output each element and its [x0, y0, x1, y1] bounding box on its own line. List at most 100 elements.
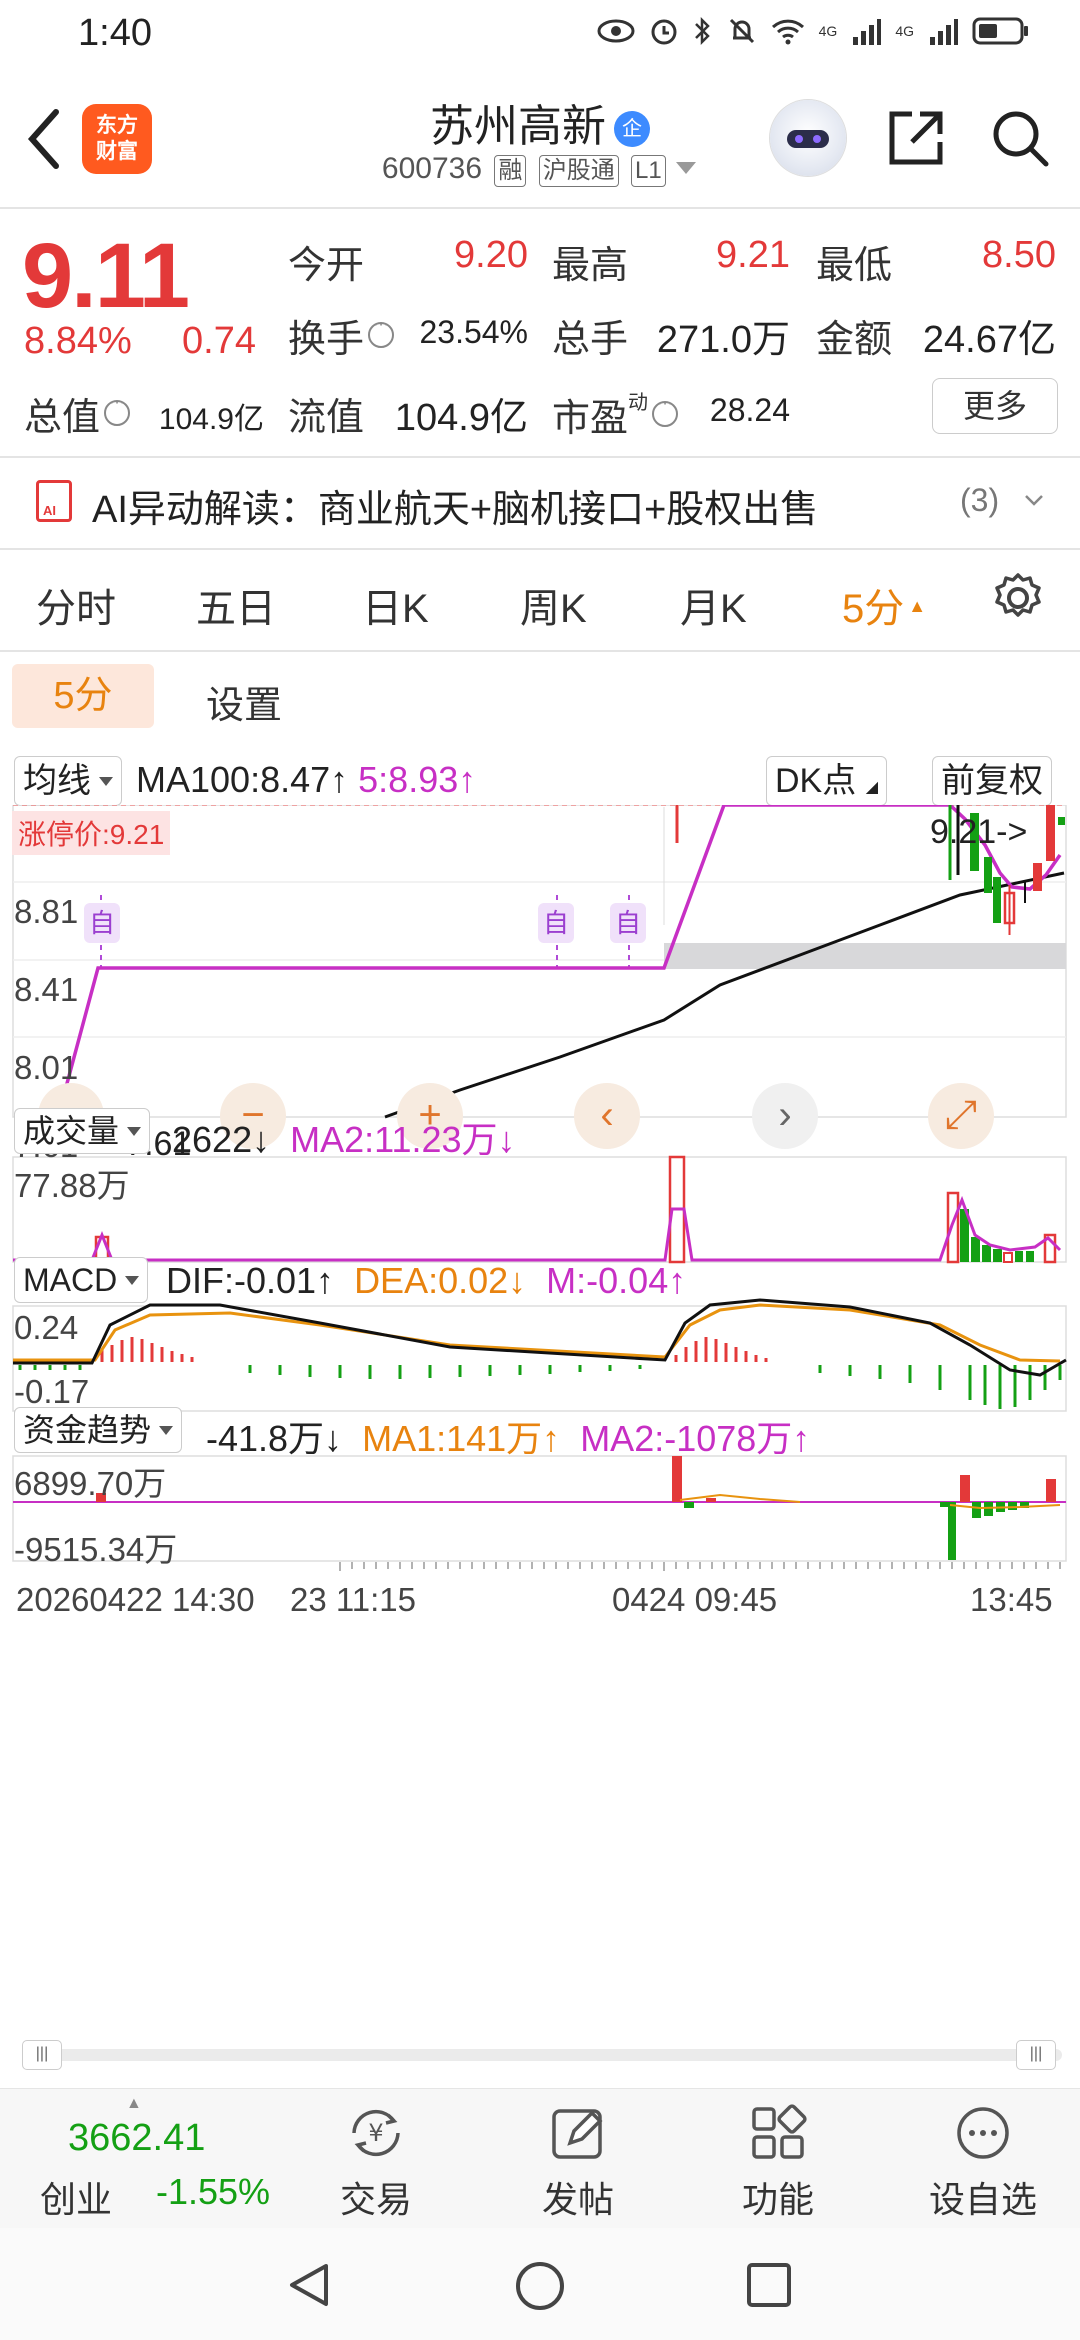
- ma100-value: MA100:8.47↑: [136, 759, 349, 800]
- quote-panel: 9.11 8.84% 0.74 今开 9.20 最高 9.21 最低 8.50 …: [0, 210, 1080, 455]
- margin-tag: 融: [494, 155, 527, 187]
- macd-dea: DEA:0.02↓: [354, 1260, 527, 1301]
- mute-bell-icon: [729, 18, 754, 44]
- status-bar: 1:40 4G 4G: [0, 0, 1080, 72]
- ma-legend: MA100:8.47↑ 5:8.93↑: [136, 759, 476, 801]
- dk-point-button[interactable]: DK点 ◢: [766, 756, 887, 806]
- tab-monthly-k[interactable]: 月K: [680, 576, 747, 634]
- pe-label-text: 市盈: [552, 398, 629, 440]
- y-label-2: 8.41: [14, 971, 79, 1008]
- fund-trend-selector[interactable]: 资金趋势: [14, 1407, 183, 1453]
- pe-value: 28.24: [709, 392, 790, 428]
- limit-up-price-label: 涨停价:9.21: [12, 811, 171, 855]
- gear-icon[interactable]: [990, 570, 1046, 626]
- adjust-price-button[interactable]: 前复权: [932, 756, 1052, 806]
- mktcap-info-icon[interactable]: [104, 394, 131, 426]
- tab-5min-label: 5分: [842, 587, 905, 631]
- tab-5min[interactable]: 5分 ▲: [842, 576, 926, 634]
- x-label-mid2: 0424 09:45: [612, 1581, 778, 1618]
- subtab-settings[interactable]: 设置: [206, 674, 282, 729]
- more-button[interactable]: 更多: [932, 378, 1058, 434]
- nav-back-icon[interactable]: [284, 2260, 334, 2310]
- scroll-handle-left[interactable]: |||: [22, 2040, 62, 2070]
- mktcap-label-text: 总值: [24, 397, 101, 439]
- functions-button[interactable]: 功能: [718, 2103, 838, 2223]
- stock-header: 东方 财富 苏州高新企 600736 融 沪股通 L1: [0, 72, 1080, 207]
- scroll-right-button[interactable]: ›: [752, 1083, 818, 1149]
- pe-label: 市盈动: [552, 386, 684, 442]
- trade-label: 交易: [339, 2179, 412, 2220]
- self-select-marker[interactable]: 自: [84, 903, 120, 943]
- alarm-icon: [651, 19, 677, 45]
- ma-selector[interactable]: 均线: [14, 756, 122, 806]
- add-watchlist-button[interactable]: 设自选: [918, 2103, 1048, 2223]
- open-label: 今开: [288, 245, 365, 287]
- low-value: 8.50: [982, 234, 1056, 276]
- nav-home-icon[interactable]: [514, 2260, 566, 2312]
- self-select-marker[interactable]: 自: [538, 903, 574, 943]
- volume-ma2: MA2:11.23万↓: [290, 1119, 516, 1160]
- post-button[interactable]: 发帖: [518, 2103, 638, 2223]
- amount-label: 金额: [816, 319, 893, 361]
- macd-dif: DIF:-0.01↑: [166, 1260, 335, 1301]
- scroll-left-button[interactable]: ‹: [574, 1083, 640, 1149]
- signal-icon: [853, 19, 882, 45]
- nav-recents-icon[interactable]: [744, 2260, 794, 2310]
- tab-five-day[interactable]: 五日: [196, 576, 276, 634]
- functions-label: 功能: [741, 2179, 814, 2220]
- add-watchlist-label: 设自选: [928, 2179, 1037, 2220]
- index-change[interactable]: -1.55%: [156, 2171, 270, 2213]
- dropdown-caret-icon: [676, 162, 697, 174]
- ai-insight-bar[interactable]: AI AI异动解读：商业航天+脑机接口+股权出售 (3): [0, 458, 1080, 546]
- kline-chart-area[interactable]: 均线 MA100:8.47↑ 5:8.93↑ DK点 ◢ 前复权 涨停价:9.2…: [0, 745, 1080, 2085]
- macd-selector[interactable]: MACD: [14, 1257, 149, 1303]
- edit-icon: [552, 2109, 603, 2159]
- tab-weekly-k[interactable]: 周K: [520, 576, 587, 634]
- volume-label: 总手: [552, 319, 629, 361]
- x-label-right: 13:45: [970, 1581, 1053, 1618]
- connect-tag: 沪股通: [538, 155, 619, 187]
- subtab-5min[interactable]: 5分: [12, 664, 154, 728]
- float-value: 104.9亿: [394, 397, 528, 439]
- index-name[interactable]: 创业: [40, 2171, 112, 2223]
- macd-legend: DIF:-0.01↑ DEA:0.02↓ M:-0.04↑: [166, 1260, 686, 1302]
- enterprise-badge: 企: [614, 111, 650, 147]
- search-icon[interactable]: [988, 106, 1052, 170]
- status-time: 1:40: [78, 12, 152, 54]
- assistant-avatar[interactable]: [770, 100, 846, 176]
- stock-code: 600736: [381, 152, 483, 185]
- post-label: 发帖: [541, 2179, 614, 2220]
- caret-up-icon: ▲: [126, 2095, 142, 2112]
- turnover-label-text: 换手: [288, 319, 365, 361]
- corner-triangle-icon: ◢: [865, 779, 878, 796]
- mktcap-value: 104.9亿: [158, 403, 264, 436]
- divider: [0, 207, 1080, 209]
- volume-value: 271.0万: [656, 319, 790, 361]
- grid-icon: [752, 2104, 807, 2159]
- self-select-marker[interactable]: 自: [610, 903, 646, 943]
- ai-insight-count: (3): [960, 482, 1000, 518]
- turnover-value: 23.54%: [419, 314, 528, 350]
- tab-daily-k[interactable]: 日K: [362, 576, 429, 634]
- scroll-handle-right[interactable]: |||: [1016, 2040, 1056, 2070]
- chart-scrollbar-track[interactable]: [26, 2049, 1062, 2061]
- network-type-1: 4G: [818, 23, 838, 39]
- tab-intraday[interactable]: 分时: [36, 576, 116, 634]
- turnover-label: 换手: [288, 308, 400, 363]
- fund-trend-ma1: MA1:141万↑: [362, 1418, 561, 1459]
- share-icon[interactable]: [884, 106, 948, 170]
- chevron-down-icon: [1025, 495, 1043, 506]
- fullscreen-button[interactable]: ⤢: [928, 1083, 994, 1149]
- pe-info-icon[interactable]: [652, 395, 679, 427]
- macd-selector-label: MACD: [23, 1262, 118, 1298]
- change-percent: 8.84%: [24, 320, 132, 362]
- network-type-2: 4G: [895, 23, 914, 39]
- trade-button[interactable]: ¥ 交易: [316, 2103, 436, 2223]
- volume-y-top: 77.88万: [14, 1167, 130, 1204]
- index-value[interactable]: 3662.41: [68, 2117, 205, 2160]
- stock-name-text: 苏州高新: [430, 102, 606, 151]
- level-tag: L1: [631, 155, 666, 187]
- turnover-info-icon[interactable]: [368, 316, 395, 348]
- volume-selector[interactable]: 成交量: [14, 1108, 151, 1154]
- macd-y-bottom: -0.17: [14, 1373, 90, 1410]
